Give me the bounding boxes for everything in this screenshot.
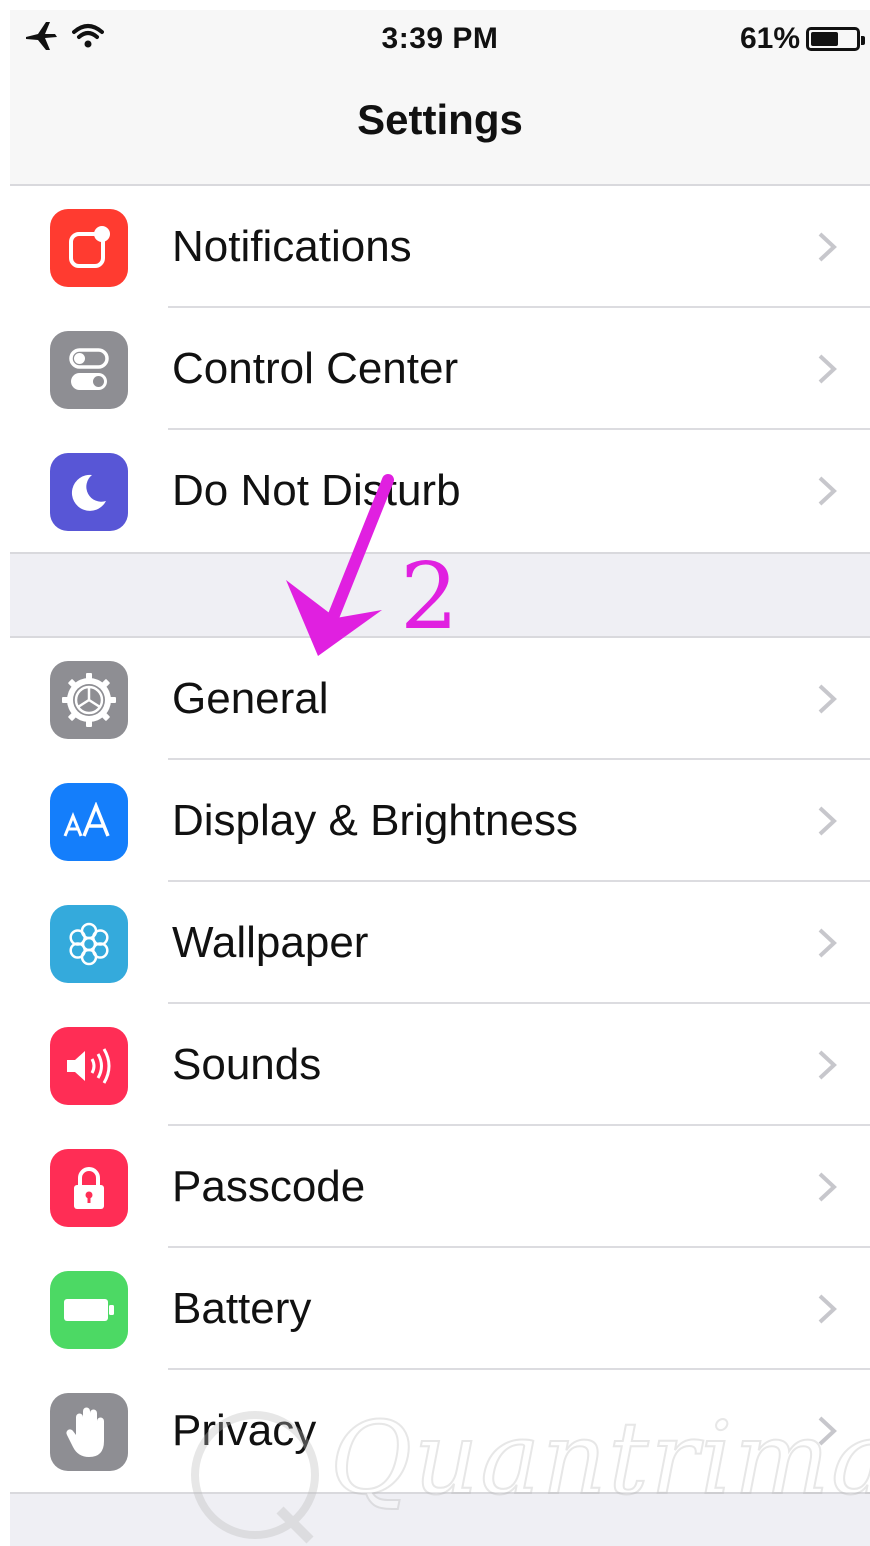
chevron-right-icon (818, 1050, 837, 1080)
lock-icon (50, 1149, 128, 1227)
control-center-icon (50, 331, 128, 409)
hand-icon (50, 1393, 128, 1471)
battery-icon (50, 1271, 128, 1349)
watermark: Quantrimang (180, 1399, 870, 1546)
speaker-icon (50, 1027, 128, 1105)
chevron-right-icon (818, 354, 837, 384)
chevron-right-icon (818, 232, 837, 262)
annotation-step-number: 2 (400, 543, 459, 650)
row-label: Control Center (172, 344, 459, 393)
settings-row-notifications[interactable]: Notifications (10, 186, 870, 308)
wallpaper-icon (50, 905, 128, 983)
battery-indicator-icon (806, 27, 865, 51)
watermark-logo-icon (191, 1411, 319, 1544)
battery-percentage: 61% (739, 22, 800, 55)
settings-row-wallpaper[interactable]: Wallpaper (10, 882, 870, 1004)
row-label: Wallpaper (172, 918, 369, 967)
moon-icon (50, 453, 128, 531)
settings-row-sounds[interactable]: Sounds (10, 1004, 870, 1126)
row-label: Display & Brightness (172, 796, 578, 845)
step-annotation-arrow-icon: 2 (286, 474, 459, 656)
chevron-right-icon (818, 476, 837, 506)
navigation-bar: Settings (10, 66, 870, 186)
row-label: Passcode (172, 1162, 366, 1211)
status-bar: 3:39 PM 61% (10, 10, 870, 66)
chevron-right-icon (818, 1172, 837, 1202)
row-label: Notifications (172, 222, 412, 271)
row-label: Sounds (172, 1040, 322, 1089)
display-brightness-icon (50, 783, 128, 861)
chevron-right-icon (818, 684, 837, 714)
page-title: Settings (357, 96, 523, 143)
settings-row-battery[interactable]: Battery (10, 1248, 870, 1370)
watermark-text: Quantrimang (329, 1399, 870, 1518)
chevron-right-icon (818, 806, 837, 836)
settings-screen: 3:39 PM 61% Settings Notifications Contr… (10, 10, 870, 1546)
notifications-icon (50, 209, 128, 287)
gear-icon (50, 661, 128, 739)
settings-row-control-center[interactable]: Control Center (10, 308, 870, 430)
row-label: Battery (172, 1284, 312, 1333)
settings-row-passcode[interactable]: Passcode (10, 1126, 870, 1248)
settings-row-display-brightness[interactable]: Display & Brightness (10, 760, 870, 882)
chevron-right-icon (818, 928, 837, 958)
chevron-right-icon (818, 1294, 837, 1324)
settings-group-2: General Display & Brightness Wallpaper S… (10, 636, 870, 1494)
